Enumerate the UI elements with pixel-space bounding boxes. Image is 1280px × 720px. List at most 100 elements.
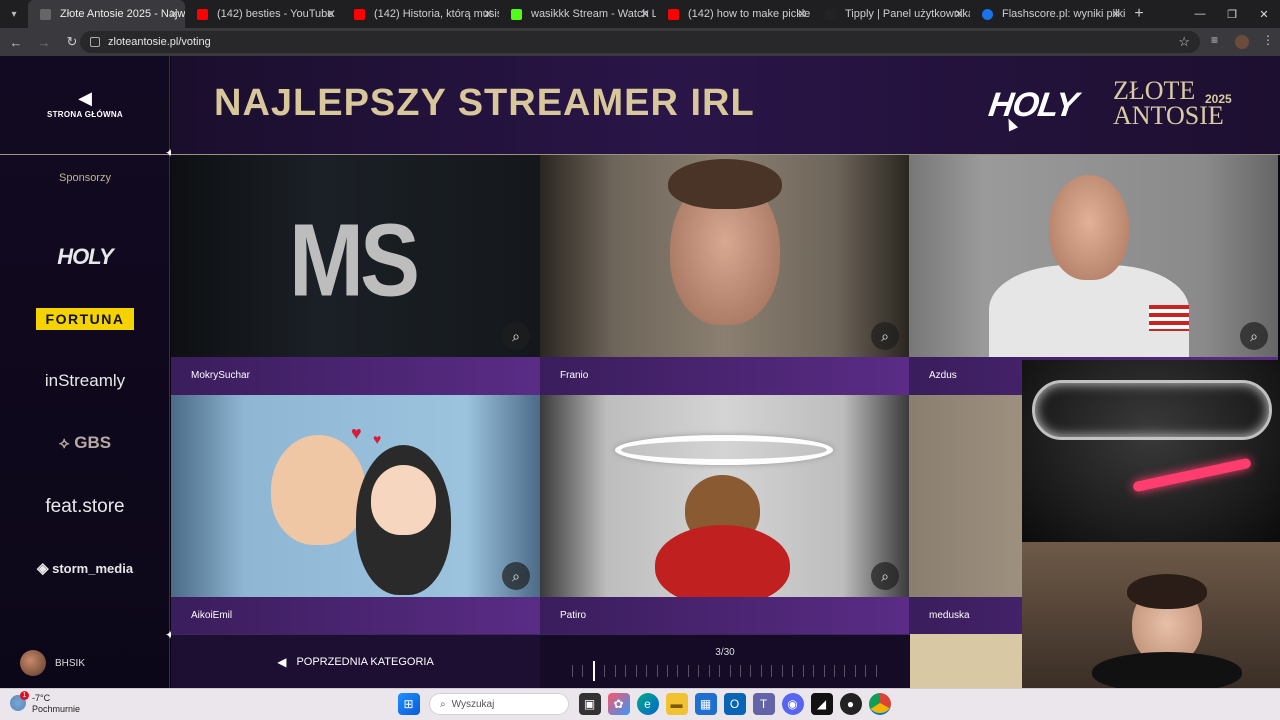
progress-tick[interactable]	[771, 665, 773, 677]
sponsor-name: feat.store	[45, 496, 125, 517]
progress-tick[interactable]	[698, 665, 700, 677]
progress-tick[interactable]	[708, 665, 710, 677]
profile-avatar[interactable]	[1235, 35, 1249, 49]
store-icon[interactable]: ▦	[694, 693, 717, 715]
progress-tick[interactable]	[582, 665, 584, 677]
weather-widget[interactable]: 1 -7°C Pochmurnie	[10, 691, 81, 715]
holy-logo: HOLY	[986, 86, 1080, 124]
copilot-icon[interactable]: ✿	[607, 693, 630, 715]
progress-tick[interactable]	[750, 665, 752, 677]
search-placeholder: Wyszukaj	[451, 698, 495, 710]
reading-list-icon[interactable]: ≡	[1211, 33, 1218, 47]
progress-tick[interactable]	[760, 665, 762, 677]
progress-tick[interactable]	[614, 665, 616, 677]
obs-icon[interactable]: ●	[839, 693, 862, 715]
user-profile[interactable]: BHSIK	[20, 650, 85, 676]
browser-menu-icon[interactable]: ⋮	[1262, 33, 1274, 47]
teams-icon[interactable]: T	[752, 693, 775, 715]
candidate-card[interactable]: ⌕ Franio	[540, 155, 909, 395]
progress-tick[interactable]	[592, 661, 595, 681]
progress-tick[interactable]	[875, 665, 877, 677]
url-bar[interactable]: zloteantosie.pl/voting ☆	[80, 31, 1200, 53]
zoom-icon[interactable]: ⌕	[1240, 322, 1268, 350]
progress-tick[interactable]	[656, 665, 658, 677]
tab-youtube-besties[interactable]: (142) besties - YouTube ✕	[185, 0, 342, 28]
previous-category-button[interactable]: ◀ POPRZEDNIA KATEGORIA	[171, 634, 540, 688]
progress-tick[interactable]	[844, 665, 846, 677]
tab-search-chevron-icon[interactable]: ▾	[0, 0, 28, 28]
candidate-card[interactable]: ⌕ Patiro	[540, 395, 909, 635]
progress-tick[interactable]	[833, 665, 835, 677]
tab-youtube-pickle[interactable]: (142) how to make pickle peps ✕	[656, 0, 813, 28]
tab-flashscore[interactable]: Flashscore.pl: wyniki piłki nożn ✕	[970, 0, 1127, 28]
tab-close-icon[interactable]: ✕	[640, 7, 650, 21]
sponsor-holy-logo[interactable]: HOLY	[0, 244, 170, 270]
progress-tick[interactable]	[792, 665, 794, 677]
taskbar-search-input[interactable]: ⌕ Wyszukaj	[429, 693, 569, 715]
progress-tick[interactable]	[666, 665, 668, 677]
tab-close-icon[interactable]: ✕	[1111, 7, 1121, 21]
media-app-icon[interactable]: ◢	[810, 693, 833, 715]
tab-kick-stream[interactable]: wasikkk Stream - Watch Live on ✕	[499, 0, 656, 28]
candidate-card[interactable]: MS ⌕ MokrySuchar	[171, 155, 540, 395]
edge-icon[interactable]: e	[636, 693, 659, 715]
progress-tick[interactable]	[802, 665, 804, 677]
brand-year-text: 2025	[1205, 92, 1232, 106]
home-back-link[interactable]: ◀ STRONA GŁÓWNA	[0, 89, 170, 119]
bookmark-star-icon[interactable]: ☆	[1178, 34, 1190, 50]
sponsor-fortuna-logo[interactable]: FORTUNA	[0, 308, 170, 330]
progress-tick[interactable]	[719, 665, 721, 677]
windows-start-icon[interactable]: ⊞	[397, 693, 420, 715]
progress-tick[interactable]	[740, 665, 741, 677]
candidate-card[interactable]: ⌕ Azdus	[909, 155, 1278, 395]
zoom-icon[interactable]: ⌕	[502, 562, 530, 590]
progress-tick[interactable]	[781, 665, 783, 677]
tab-youtube-historia[interactable]: (142) Historia, którą musisz zna ✕	[342, 0, 499, 28]
windows-taskbar: 1 -7°C Pochmurnie ⊞ ⌕ Wyszukaj ▣ ✿ e ▬ ▦…	[0, 688, 1280, 720]
progress-tick[interactable]	[677, 665, 679, 677]
zoom-icon[interactable]: ⌕	[502, 322, 530, 350]
progress-tick[interactable]	[813, 665, 815, 677]
zoom-icon[interactable]: ⌕	[871, 322, 899, 350]
close-window-icon[interactable]: ✕	[1248, 0, 1280, 28]
progress-tick[interactable]	[635, 665, 637, 677]
sponsor-featstore-logo[interactable]: feat.store	[0, 496, 170, 518]
progress-tick[interactable]	[604, 665, 606, 677]
discord-icon[interactable]: ◉	[781, 693, 804, 715]
task-view-icon[interactable]: ▣	[578, 693, 601, 715]
back-arrow-icon[interactable]: ←	[4, 35, 28, 50]
forward-arrow-icon[interactable]: →	[32, 35, 56, 50]
heart-icon: ♥	[373, 431, 382, 447]
tab-close-icon[interactable]: ✕	[954, 7, 964, 21]
progress-tick[interactable]	[854, 665, 856, 677]
url-text: zloteantosie.pl/voting	[108, 36, 211, 48]
sponsor-stormmedia-logo[interactable]: ◈ storm_media	[0, 559, 170, 577]
sponsor-gbs-logo[interactable]: ⟡ GBS	[0, 433, 170, 453]
weather-description: Pochmurnie	[32, 704, 81, 714]
sponsor-instreamly-logo[interactable]: inStreamly	[0, 371, 170, 391]
minimize-icon[interactable]: —	[1184, 0, 1216, 28]
candidate-card[interactable]: ♥ ♥ ⌕ AikoiEmil	[171, 395, 540, 635]
progress-tick[interactable]	[865, 665, 867, 677]
progress-ticks[interactable]	[572, 661, 877, 681]
site-info-icon[interactable]	[90, 37, 100, 47]
chrome-icon[interactable]	[868, 693, 891, 715]
progress-tick[interactable]	[823, 665, 825, 677]
progress-tick[interactable]	[646, 665, 648, 677]
progress-tick[interactable]	[572, 665, 573, 677]
tab-close-icon[interactable]: ✕	[169, 7, 179, 21]
tab-close-icon[interactable]: ✕	[326, 7, 336, 21]
progress-tick[interactable]	[625, 665, 627, 677]
zoom-icon[interactable]: ⌕	[871, 562, 899, 590]
tab-close-icon[interactable]: ✕	[483, 7, 493, 21]
restore-icon[interactable]: ❐	[1216, 0, 1248, 28]
progress-tick[interactable]	[729, 665, 731, 677]
tab-close-icon[interactable]: ✕	[797, 7, 807, 21]
youtube-favicon	[668, 9, 679, 20]
tab-zlote-antosie[interactable]: Złote Antosie 2025 - Największ ✕	[28, 0, 185, 28]
new-tab-plus-icon[interactable]: +	[1127, 5, 1151, 23]
outlook-icon[interactable]: O	[723, 693, 746, 715]
file-explorer-icon[interactable]: ▬	[665, 693, 688, 715]
tab-tipply[interactable]: Tipply | Panel użytkownika ✕	[813, 0, 970, 28]
progress-tick[interactable]	[687, 665, 689, 677]
